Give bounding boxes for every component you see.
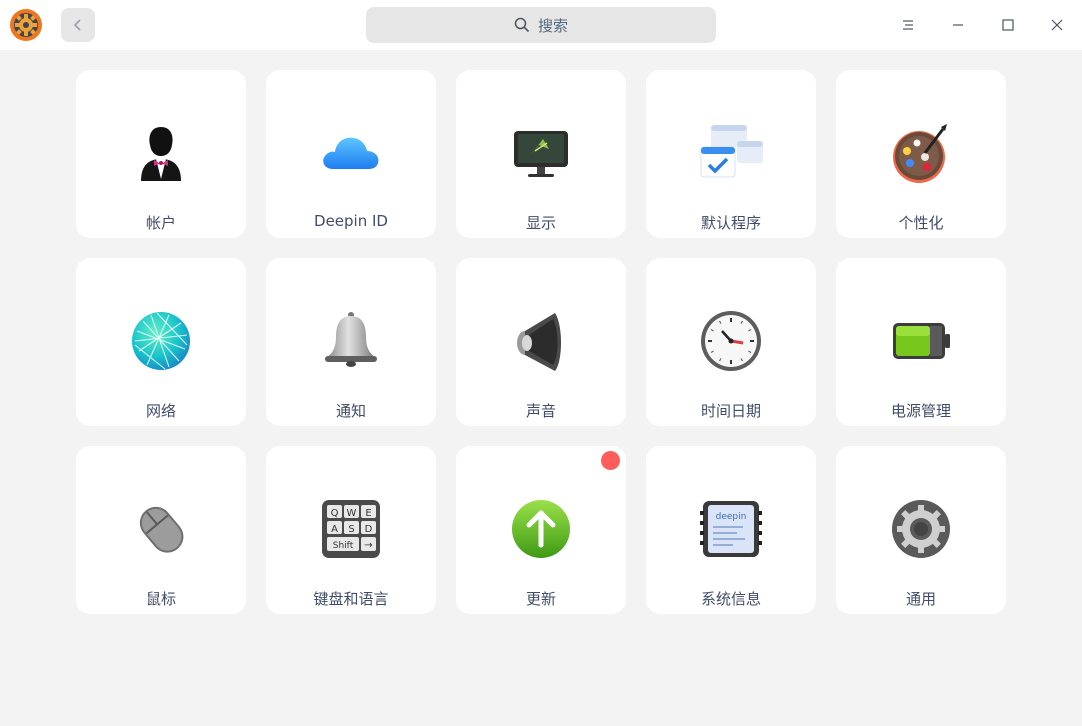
key-shift: Shift bbox=[333, 541, 354, 551]
close-icon bbox=[1051, 19, 1063, 31]
module-label: 通用 bbox=[905, 590, 936, 608]
battery-icon bbox=[889, 309, 953, 373]
close-button[interactable] bbox=[1042, 10, 1072, 40]
palette-icon bbox=[889, 121, 953, 185]
cloud-icon bbox=[319, 121, 383, 185]
module-label: 通知 bbox=[335, 402, 366, 420]
minimize-button[interactable] bbox=[943, 10, 973, 40]
speaker-icon bbox=[509, 309, 573, 373]
key-q: Q bbox=[331, 508, 339, 519]
key-d: D bbox=[365, 524, 373, 535]
module-card-network[interactable]: 网络 bbox=[76, 258, 246, 426]
module-label: 默认程序 bbox=[700, 214, 761, 232]
key-a: A bbox=[331, 524, 338, 535]
search-input[interactable]: 搜索 bbox=[366, 7, 716, 43]
module-card-mouse[interactable]: 鼠标 bbox=[76, 446, 246, 614]
module-grid: 帐户 Deepin ID 显示 默认程序 个性化 网络 通知 声音 时间日期 电… bbox=[76, 70, 1006, 614]
module-card-deepin-id[interactable]: Deepin ID bbox=[266, 70, 436, 238]
maximize-icon bbox=[1002, 19, 1014, 31]
module-card-sound[interactable]: 声音 bbox=[456, 258, 626, 426]
title-bar: 搜索 bbox=[0, 0, 1082, 50]
key-arrow: → bbox=[364, 540, 372, 551]
hamburger-menu-icon bbox=[903, 20, 913, 30]
update-icon bbox=[509, 497, 573, 561]
monitor-icon bbox=[509, 121, 573, 185]
key-w: W bbox=[347, 508, 357, 519]
module-label: 网络 bbox=[145, 402, 176, 420]
back-button[interactable] bbox=[61, 8, 95, 42]
module-label: Deepin ID bbox=[314, 212, 388, 230]
keyboard-icon: Q W E A S D Shift → bbox=[319, 497, 383, 561]
system-info-icon: deepin bbox=[699, 497, 763, 561]
key-s: S bbox=[348, 524, 354, 535]
module-label: 帐户 bbox=[145, 214, 176, 232]
update-notification-badge bbox=[601, 451, 620, 470]
search-icon bbox=[514, 17, 530, 33]
maximize-button[interactable] bbox=[993, 10, 1023, 40]
mouse-icon bbox=[129, 497, 193, 561]
module-card-power[interactable]: 电源管理 bbox=[836, 258, 1006, 426]
module-label: 显示 bbox=[525, 214, 556, 232]
bell-icon bbox=[319, 309, 383, 373]
module-card-default-apps[interactable]: 默认程序 bbox=[646, 70, 816, 238]
chevron-left-icon bbox=[73, 19, 81, 31]
clock-icon bbox=[699, 309, 763, 373]
module-label: 电源管理 bbox=[890, 402, 951, 420]
module-label: 声音 bbox=[525, 402, 556, 420]
menu-button[interactable] bbox=[893, 10, 923, 40]
minimize-icon bbox=[953, 24, 963, 26]
module-card-personalization[interactable]: 个性化 bbox=[836, 70, 1006, 238]
search-placeholder: 搜索 bbox=[537, 16, 568, 35]
module-label: 个性化 bbox=[898, 214, 944, 232]
module-card-display[interactable]: 显示 bbox=[456, 70, 626, 238]
account-icon bbox=[129, 121, 193, 185]
key-e: E bbox=[365, 508, 371, 519]
module-card-keyboard[interactable]: Q W E A S D Shift → 键盘和语言 bbox=[266, 446, 436, 614]
module-card-notification[interactable]: 通知 bbox=[266, 258, 436, 426]
globe-icon bbox=[129, 309, 193, 373]
module-card-datetime[interactable]: 时间日期 bbox=[646, 258, 816, 426]
module-card-account[interactable]: 帐户 bbox=[76, 70, 246, 238]
module-label: 键盘和语言 bbox=[313, 590, 389, 608]
module-label: 更新 bbox=[525, 590, 556, 608]
module-label: 时间日期 bbox=[700, 402, 761, 420]
general-gear-icon bbox=[889, 497, 953, 561]
default-apps-icon bbox=[699, 121, 763, 185]
module-label: 鼠标 bbox=[145, 590, 176, 608]
module-label: 系统信息 bbox=[700, 590, 761, 608]
module-card-system-info[interactable]: deepin 系统信息 bbox=[646, 446, 816, 614]
module-card-update[interactable]: 更新 bbox=[456, 446, 626, 614]
control-center-logo-icon bbox=[9, 8, 43, 42]
system-info-brand: deepin bbox=[716, 512, 747, 522]
module-card-general[interactable]: 通用 bbox=[836, 446, 1006, 614]
